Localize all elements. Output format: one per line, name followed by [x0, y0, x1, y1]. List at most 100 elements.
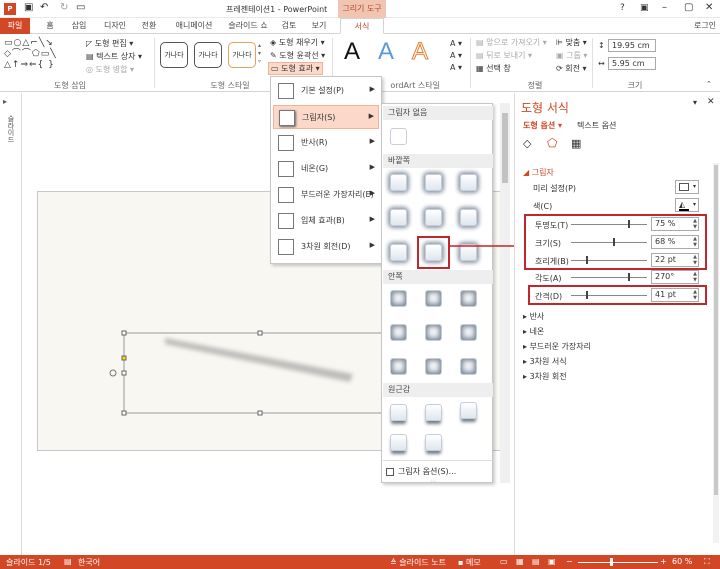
tab-text-options[interactable]: 텍스트 옵션 [577, 120, 616, 131]
tab-insert[interactable]: 삽입 [66, 18, 92, 34]
section-3d-format[interactable]: ▸ 3차원 서식 [523, 356, 591, 371]
vertical-scrollbar[interactable] [500, 103, 510, 483]
ribbon-display-icon[interactable]: ▣ [640, 3, 649, 13]
shadow-inner-option[interactable] [460, 358, 477, 375]
maximize-icon[interactable]: ▢ [684, 2, 693, 13]
shape-outline-button[interactable]: ✎ 도형 윤곽선 ▾ [270, 50, 325, 61]
menu-item-soft-edges[interactable]: 부드러운 가장자리(E) ▶ [273, 183, 379, 207]
width-input[interactable]: 5.95 cm [608, 57, 656, 70]
group-button[interactable]: ▣ 그룹 ▾ [556, 50, 587, 61]
minimize-icon[interactable]: – [662, 2, 667, 13]
shadow-inner-option[interactable] [425, 358, 442, 375]
redo-icon[interactable]: ↻ [60, 2, 68, 13]
shape-style-preset-3[interactable]: 가나다 [228, 42, 256, 68]
shadow-perspective-option[interactable] [390, 434, 407, 451]
close-window-icon[interactable]: ✕ [705, 2, 713, 13]
wordart-style-orange[interactable]: A [411, 38, 428, 66]
shadow-outer-option[interactable] [390, 244, 407, 261]
zoom-slider[interactable] [578, 562, 658, 563]
shadow-perspective-option[interactable] [390, 404, 407, 421]
shadow-param-slider[interactable] [571, 277, 647, 278]
align-button[interactable]: ⊫ 맞춤 ▾ [556, 37, 587, 48]
collapse-ribbon-icon[interactable]: ⌃ [706, 80, 712, 88]
height-input[interactable]: 19.95 cm [608, 39, 656, 52]
text-box-button[interactable]: ▤ 텍스트 상자 ▾ [86, 51, 142, 62]
shadow-inner-option[interactable] [460, 324, 477, 341]
resize-handle[interactable] [257, 330, 263, 336]
shadow-outer-option[interactable] [460, 174, 477, 191]
zoom-slider-thumb[interactable] [610, 558, 613, 566]
tab-transitions[interactable]: 전환 [136, 18, 162, 34]
comments-button[interactable]: ▪ 메모 [458, 557, 481, 568]
view-reading-icon[interactable]: ▤ [532, 557, 540, 566]
shadow-inner-option[interactable] [390, 290, 407, 307]
slideshow-icon[interactable]: ▭ [76, 2, 85, 13]
shape-style-preset-2[interactable]: 가나다 [194, 42, 222, 68]
menu-item-3d-rotation[interactable]: 3차원 회전(D) ▶ [273, 235, 379, 259]
zoom-out-icon[interactable]: − [566, 557, 573, 566]
shadow-inner-option[interactable] [425, 290, 442, 307]
color-picker[interactable]: ◭ ▾ [675, 198, 699, 212]
wordart-style-black[interactable]: A [344, 38, 360, 66]
shadow-outer-option[interactable] [390, 174, 407, 191]
tab-review[interactable]: 검토 [276, 18, 302, 34]
tab-design[interactable]: 디자인 [98, 18, 132, 34]
shadow-inner-option[interactable] [425, 324, 442, 341]
rotate-handle-icon[interactable] [109, 369, 117, 377]
tab-view[interactable]: 보기 [306, 18, 332, 34]
fit-slide-icon[interactable]: ⛶ [704, 557, 710, 567]
login-link[interactable]: 로그인 [690, 18, 720, 34]
send-backward-button[interactable]: ▤ 뒤로 보내기 ▾ [476, 50, 532, 61]
tab-animations[interactable]: 애니메이션 [168, 18, 220, 34]
bring-forward-button[interactable]: ▤ 앞으로 가져오기 ▾ [476, 37, 547, 48]
shadow-outer-option[interactable] [425, 209, 442, 226]
language-icon[interactable]: ▤ [64, 557, 72, 566]
section-3d-rotation[interactable]: ▸ 3차원 회전 [523, 371, 591, 386]
notes-button[interactable]: ≜ 슬라이드 노트 [390, 557, 446, 568]
panel-options-icon[interactable]: ▾ [693, 98, 697, 107]
zoom-in-icon[interactable]: + [660, 557, 667, 566]
menu-item-glow[interactable]: 네온(G) ▶ [273, 157, 379, 181]
shapes-gallery[interactable]: ▭○△⌐╲↘ ◇⌒⌒⬠▭╲ △↑⇒⇐{ } [4, 38, 80, 76]
shape-style-preset-1[interactable]: 가나다 [160, 42, 188, 68]
shadow-perspective-option[interactable] [425, 404, 442, 421]
adjust-handle[interactable] [121, 355, 127, 361]
preset-dropdown[interactable]: ▾ [675, 180, 699, 194]
tab-home[interactable]: 홈 [40, 18, 60, 34]
undo-icon[interactable]: ↶ [40, 2, 48, 13]
shadow-perspective-option[interactable] [460, 402, 477, 419]
panel-close-icon[interactable]: ✕ [707, 97, 715, 107]
section-glow[interactable]: ▸ 네온 [523, 326, 591, 341]
text-fill-outline-effects[interactable]: A ▾ A ▾ A ▾ [450, 38, 462, 74]
resize-handle[interactable] [121, 370, 127, 376]
shadow-perspective-option[interactable] [425, 434, 442, 451]
shadow-none-option[interactable] [390, 128, 407, 145]
shadow-inner-option[interactable] [390, 358, 407, 375]
selection-pane-button[interactable]: ▦ 선택 창 [476, 63, 511, 74]
panel-scrollbar[interactable] [713, 163, 719, 543]
help-icon[interactable]: ? [620, 3, 625, 13]
tab-format[interactable]: 서식 [340, 18, 384, 34]
menu-item-preset[interactable]: 기본 설정(P) ▶ [273, 79, 379, 103]
section-soft-edges[interactable]: ▸ 부드러운 가장자리 [523, 341, 591, 356]
menu-item-shadow[interactable]: 그림자(S) ▶ [273, 105, 379, 129]
menu-item-reflection[interactable]: 반사(R) ▶ [273, 131, 379, 155]
view-sorter-icon[interactable]: ▦ [516, 557, 524, 566]
shape-fill-button[interactable]: ◈ 도형 채우기 ▾ [270, 37, 325, 48]
shadow-outer-option[interactable] [460, 209, 477, 226]
menu-item-bevel[interactable]: 입체 효과(B) ▶ [273, 209, 379, 233]
shadow-section-header[interactable]: ◢ 그림자 [523, 167, 554, 178]
resize-handle[interactable] [257, 410, 263, 416]
expand-pane-icon[interactable]: ▸ [3, 97, 7, 106]
slides-pane-collapsed[interactable]: ▸ 슬라이드 [0, 93, 22, 555]
wordart-style-blue[interactable]: A [378, 38, 394, 66]
rotate-button[interactable]: ⟳ 회전 ▾ [556, 63, 587, 74]
slider-thumb[interactable] [628, 273, 630, 281]
fill-line-icon[interactable]: ◇ [523, 137, 531, 150]
shadow-inner-option[interactable] [390, 324, 407, 341]
save-icon[interactable]: ▣ [24, 2, 33, 13]
spinner-arrows-icon[interactable]: ▲ ▼ [693, 271, 697, 283]
panel-scrollbar-thumb[interactable] [714, 165, 718, 495]
shadow-outer-option[interactable] [425, 174, 442, 191]
view-normal-icon[interactable]: ▭ [500, 557, 508, 566]
